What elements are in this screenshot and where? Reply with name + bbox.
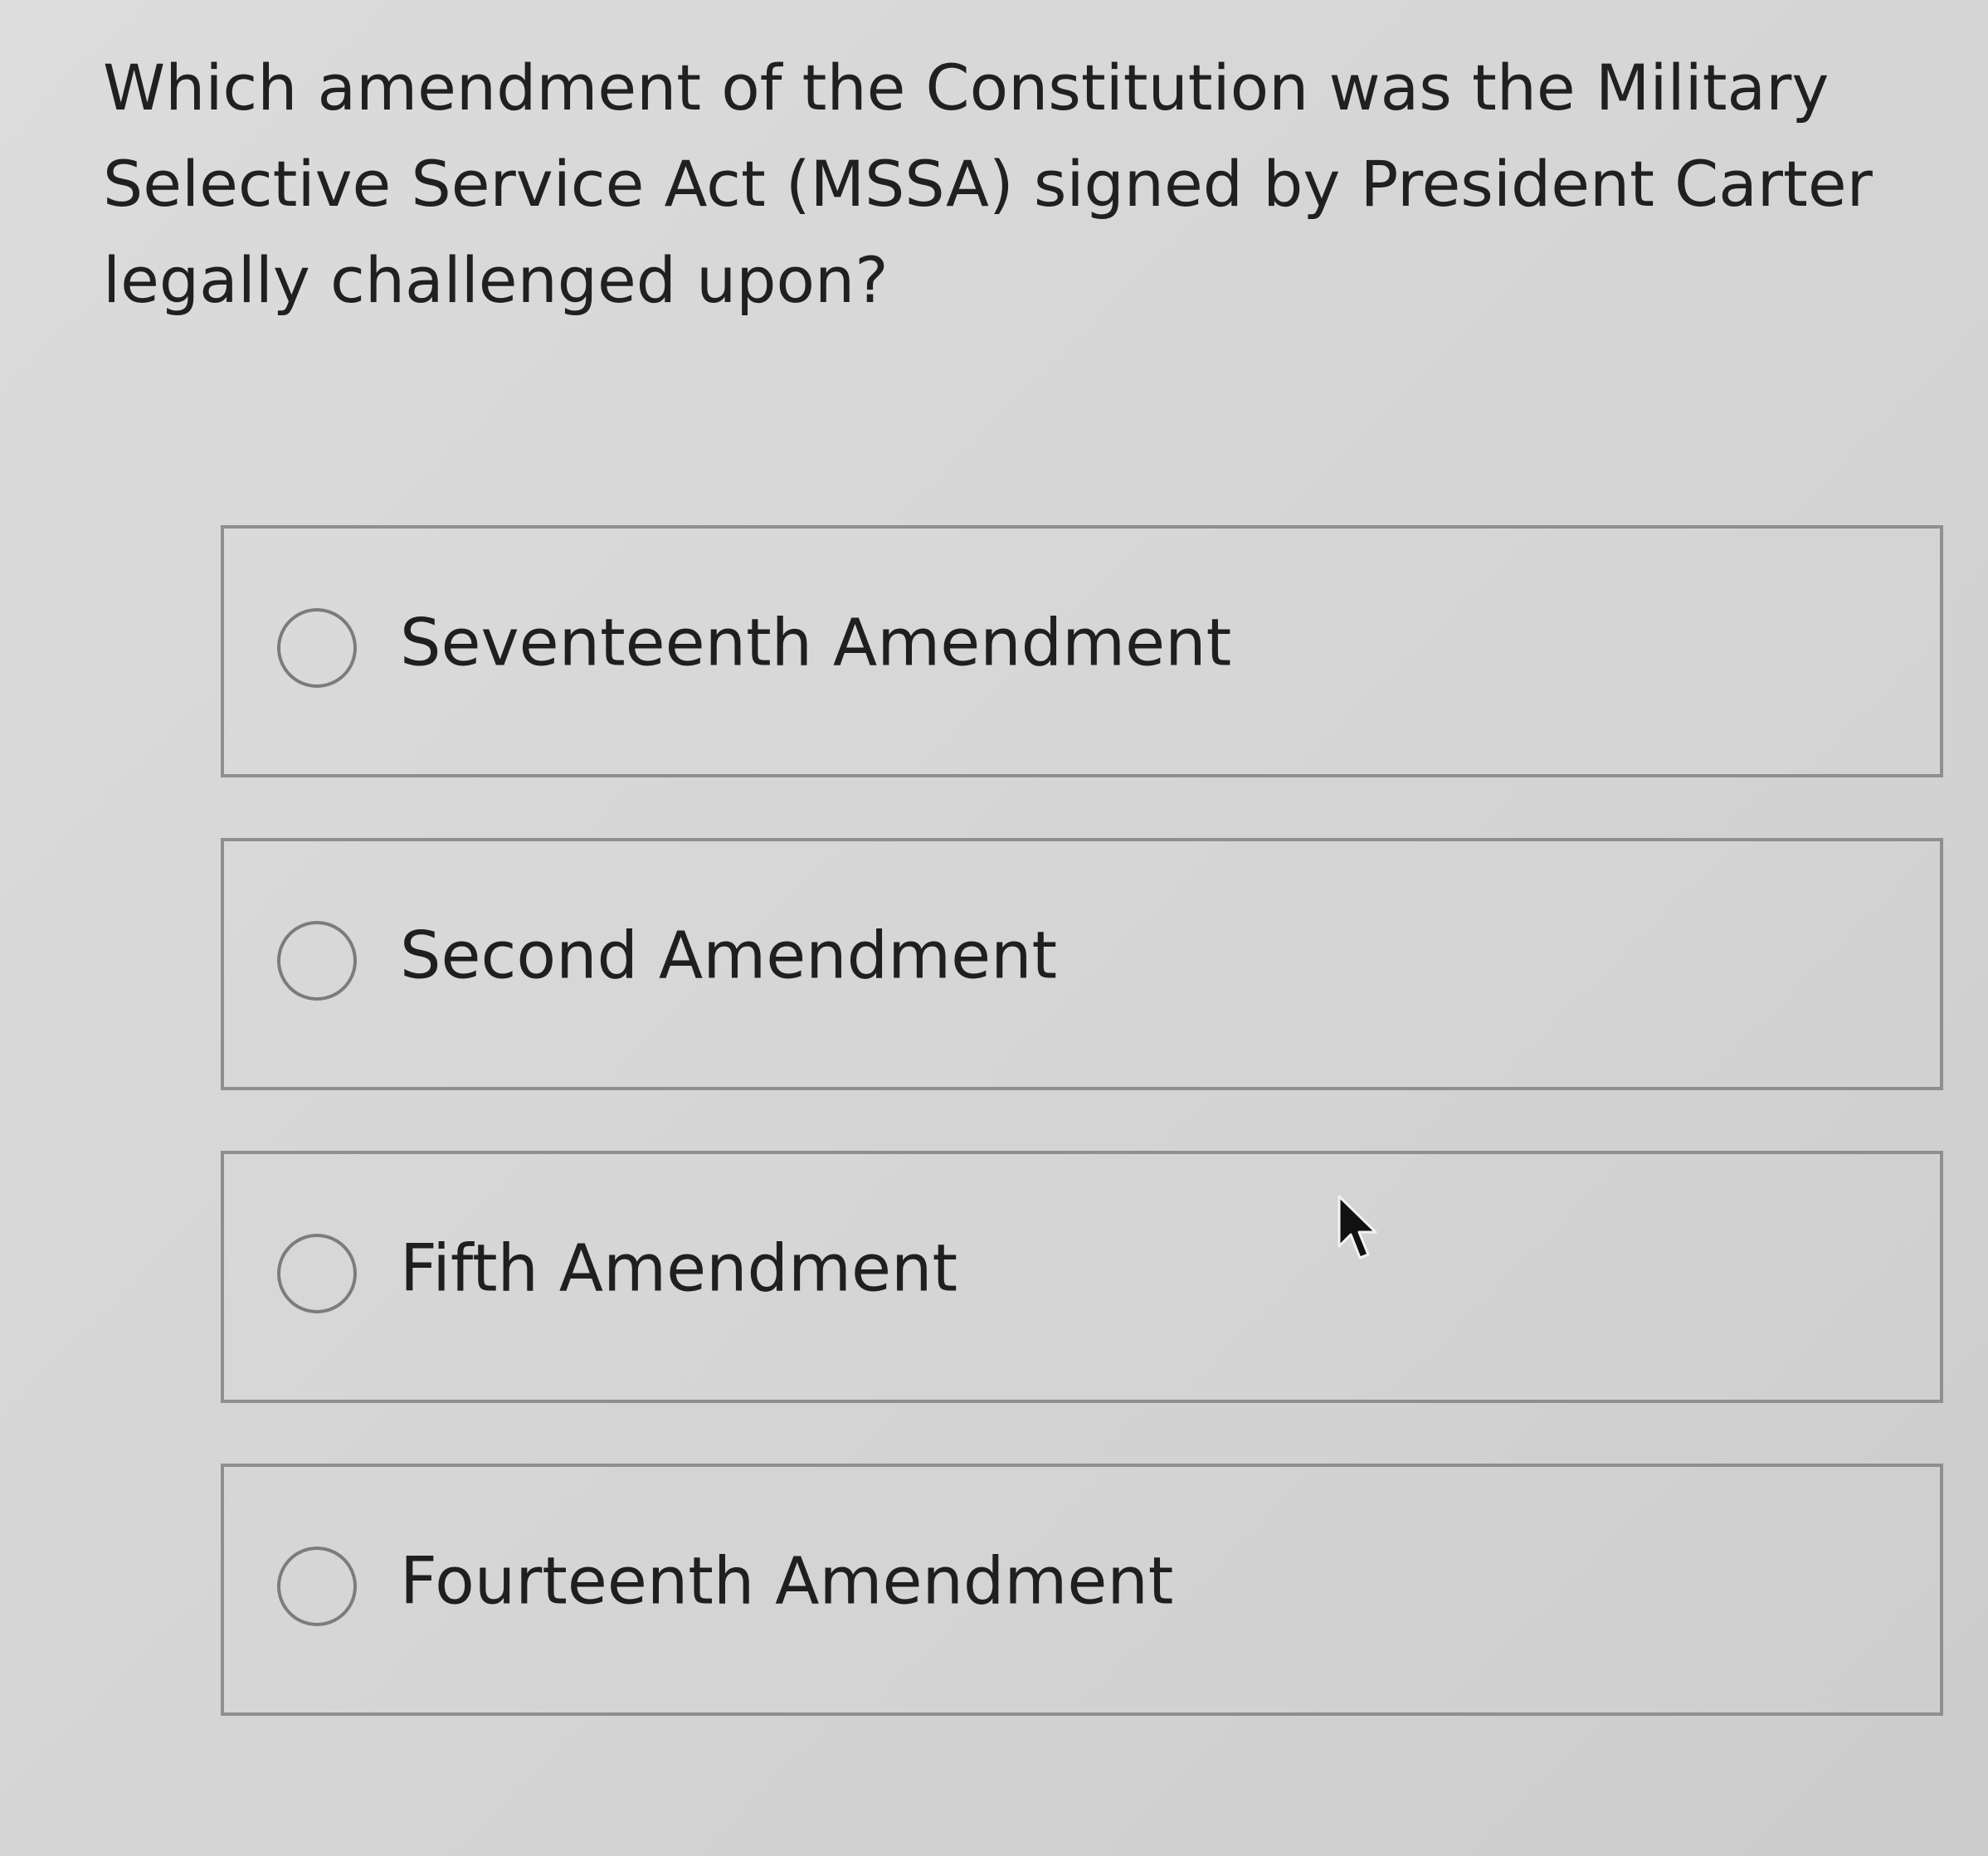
answer-option-seventeenth[interactable]: Seventeenth Amendment xyxy=(221,525,1943,777)
radio-button-icon[interactable] xyxy=(277,608,357,688)
answer-option-label: Fourteenth Amendment xyxy=(400,1544,1174,1620)
answer-option-fourteenth[interactable]: Fourteenth Amendment xyxy=(221,1464,1943,1716)
answer-option-label: Seventeenth Amendment xyxy=(400,606,1232,681)
radio-button-icon[interactable] xyxy=(277,1547,357,1626)
answer-option-second[interactable]: Second Amendment xyxy=(221,838,1943,1090)
radio-button-icon[interactable] xyxy=(277,1234,357,1313)
question-text: Which amendment of the Constitution was … xyxy=(103,51,1873,317)
radio-button-icon[interactable] xyxy=(277,921,357,1001)
answer-option-label: Second Amendment xyxy=(400,918,1058,994)
answer-option-label: Fifth Amendment xyxy=(400,1231,958,1307)
answer-option-fifth[interactable]: Fifth Amendment xyxy=(221,1151,1943,1403)
answer-options: Seventeenth Amendment Second Amendment F… xyxy=(221,525,1947,1776)
